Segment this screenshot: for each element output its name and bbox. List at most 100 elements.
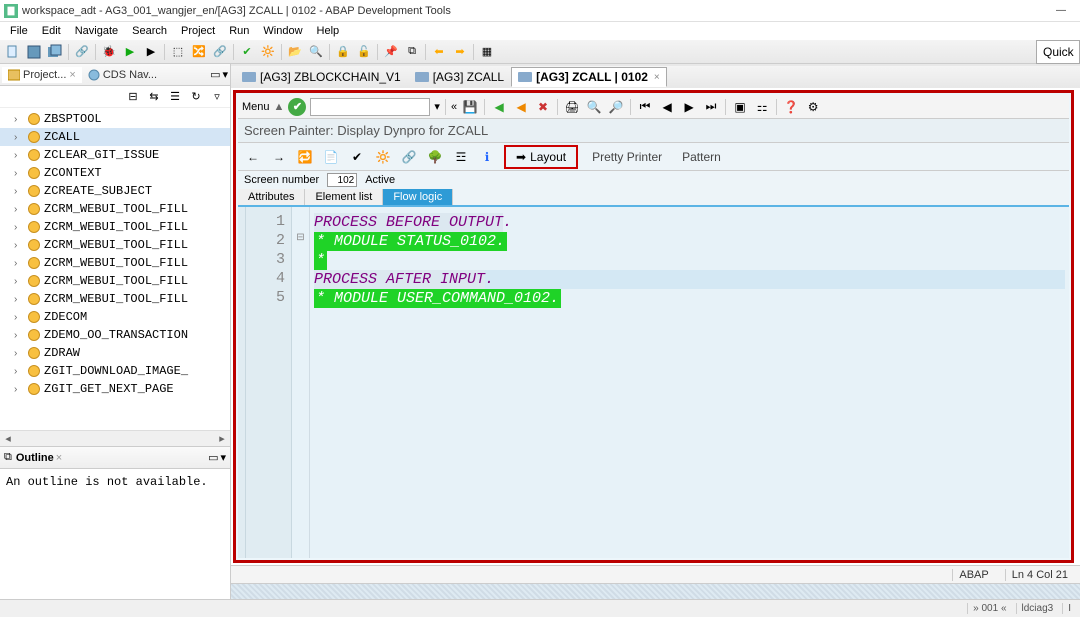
view-dropdown-icon[interactable]: ▿ [208,88,226,106]
tab-cds-navigator[interactable]: CDS Nav... [82,67,163,83]
share-icon[interactable]: 🔀 [190,43,208,61]
expand-icon[interactable]: › [14,168,24,179]
filter-icon[interactable]: ☰ [166,88,184,106]
code-line[interactable]: PROCESS BEFORE OUTPUT. [314,213,1065,232]
menu-navigate[interactable]: Navigate [69,24,124,38]
tree-hscroll[interactable]: ◂ ▸ [0,430,230,446]
menu-edit[interactable]: Edit [36,24,67,38]
code-line[interactable]: PROCESS AFTER INPUT. [314,270,1065,289]
expand-icon[interactable]: › [14,366,24,377]
print-icon[interactable]: 🖨 [563,98,581,116]
close-icon[interactable]: × [56,452,62,464]
code-line[interactable]: * MODULE USER_COMMAND_0102. [314,289,1065,308]
help-icon[interactable]: ❓ [782,98,800,116]
expand-icon[interactable]: › [14,132,24,143]
expand-icon[interactable]: › [14,186,24,197]
screen-number-field[interactable] [327,173,357,187]
expand-icon[interactable]: › [14,150,24,161]
code-line[interactable]: * MODULE STATUS_0102. [314,232,1065,251]
prev-page-icon[interactable]: ◀ [658,98,676,116]
arrow-right-icon[interactable]: → [270,148,288,166]
expand-icon[interactable]: › [14,330,24,341]
quick-access-input[interactable]: Quick [1036,40,1080,64]
code-line[interactable]: * [314,251,1065,270]
code-lines[interactable]: PROCESS BEFORE OUTPUT.* MODULE STATUS_01… [310,207,1069,558]
command-field[interactable] [310,98,430,116]
activate-icon[interactable]: 🔆 [374,148,392,166]
fwd-nav-icon[interactable]: ➡ [451,43,469,61]
sap-menu-button[interactable]: Menu [242,101,270,113]
minimize-button[interactable]: — [1046,2,1076,20]
expand-icon[interactable]: › [14,114,24,125]
layout-button[interactable]: ➡ Layout [504,145,578,169]
customize-icon[interactable]: ⚙ [804,98,822,116]
tree-item[interactable]: ›ZGIT_DOWNLOAD_IMAGE_ [0,362,230,380]
debug-icon[interactable]: 🐞 [100,43,118,61]
tree-item[interactable]: ›ZCRM_WEBUI_TOOL_FILL [0,290,230,308]
tab-element-list[interactable]: Element list [305,189,383,205]
display-change-icon[interactable]: 🔁 [296,148,314,166]
enter-icon[interactable]: ✔ [288,98,306,116]
object-list-icon[interactable]: ☲ [452,148,470,166]
menu-run[interactable]: Run [223,24,255,38]
tab-project-explorer[interactable]: Project... × [2,67,82,83]
pattern-button[interactable]: Pattern [676,148,727,166]
minimize-outline-icon[interactable]: ▭ [208,451,218,464]
expand-icon[interactable]: › [14,204,24,215]
breakpoint-margin[interactable] [238,207,246,558]
minimize-view-icon[interactable]: ▭ [210,68,220,81]
close-icon[interactable]: × [69,69,75,81]
collapse-all-icon[interactable]: ⊟ [124,88,142,106]
copy-icon[interactable]: ⧉ [403,43,421,61]
expand-icon[interactable]: › [14,276,24,287]
link-icon[interactable]: 🔗 [211,43,229,61]
tree-item[interactable]: ›ZGIT_GET_NEXT_PAGE [0,380,230,398]
search-icon[interactable]: 🔍 [307,43,325,61]
expand-icon[interactable]: › [14,348,24,359]
cancel-icon[interactable]: ✖ [534,98,552,116]
pin-icon[interactable]: 📌 [382,43,400,61]
expand-icon[interactable]: « [451,101,457,113]
save-icon[interactable] [25,43,43,61]
refresh-icon[interactable]: ↻ [187,88,205,106]
unlock-icon[interactable]: 🔓 [355,43,373,61]
tree-item[interactable]: ›ZCONTEXT [0,164,230,182]
expand-icon[interactable]: › [14,384,24,395]
menu-help[interactable]: Help [311,24,346,38]
expand-icon[interactable]: › [14,294,24,305]
back-nav-icon[interactable]: ⬅ [430,43,448,61]
menu-project[interactable]: Project [175,24,221,38]
tree-item[interactable]: ›ZDEMO_OO_TRANSACTION [0,326,230,344]
tree-item[interactable]: ›ZCRM_WEBUI_TOOL_FILL [0,254,230,272]
find-next-icon[interactable]: 🔎 [607,98,625,116]
outline-menu-icon[interactable]: ▾ [220,451,226,464]
expand-icon[interactable]: › [14,222,24,233]
pretty-printer-button[interactable]: Pretty Printer [586,148,668,166]
open-icon[interactable]: 📂 [286,43,304,61]
expand-icon[interactable]: › [14,258,24,269]
menu-window[interactable]: Window [257,24,308,38]
new-session-icon[interactable]: ▣ [731,98,749,116]
expand-icon[interactable]: › [14,312,24,323]
run-ext-icon[interactable]: ▶ [142,43,160,61]
save-all-icon[interactable] [46,43,64,61]
back-icon[interactable]: ◀ [490,98,508,116]
scroll-left-icon[interactable]: ◂ [0,431,16,446]
code-editor[interactable]: 12345 ⊟ PROCESS BEFORE OUTPUT.* MODULE S… [238,207,1069,558]
dropdown-icon[interactable]: ▾ [434,100,440,113]
tree-item[interactable]: ›ZCRM_WEBUI_TOOL_FILL [0,218,230,236]
run-icon[interactable]: ▶ [121,43,139,61]
project-tree[interactable]: ›ZBSPTOOL›ZCALL›ZCLEAR_GIT_ISSUE›ZCONTEX… [0,108,230,430]
tree-item[interactable]: ›ZCREATE_SUBJECT [0,182,230,200]
tab-flow-logic[interactable]: Flow logic [383,189,453,205]
help-doc-icon[interactable]: ℹ [478,148,496,166]
last-page-icon[interactable]: ⏭ [702,98,720,116]
find-icon[interactable]: 🔍 [585,98,603,116]
tree-item[interactable]: ›ZCRM_WEBUI_TOOL_FILL [0,200,230,218]
hierarchy-icon[interactable]: 🌳 [426,148,444,166]
tree-item[interactable]: ›ZCRM_WEBUI_TOOL_FILL [0,272,230,290]
menu-file[interactable]: File [4,24,34,38]
chevron-down-icon[interactable]: ▲ [274,101,285,113]
close-icon[interactable]: × [654,72,660,83]
exit-icon[interactable]: ◀ [512,98,530,116]
